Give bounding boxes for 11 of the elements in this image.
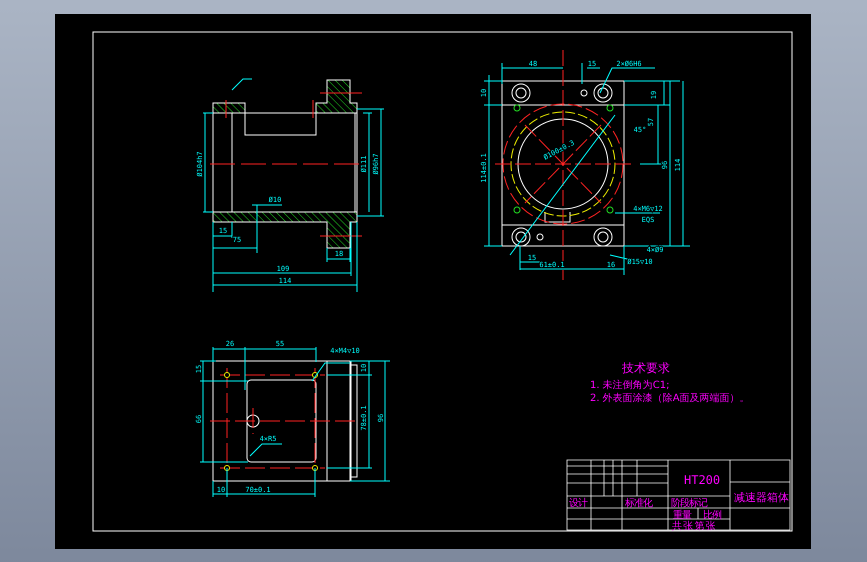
requirement-text: 1. 未注倒角为C1; <box>590 380 670 391</box>
requirements-title: 技术要求 <box>622 361 670 375</box>
material-text: HT200 <box>684 473 720 487</box>
weight-label: 重量 <box>673 510 691 521</box>
standardization-label: 标准化 <box>625 498 652 509</box>
part-name-text: 减速器箱体 <box>734 491 789 504</box>
stage-label: 阶段标记 <box>671 498 707 509</box>
designer-label: 设计 <box>569 498 587 509</box>
requirement-text: 2. 外表面涂漆（除A面及两端面）。 <box>590 393 750 404</box>
sheet-count-text: 共 张 第 张 <box>672 521 715 532</box>
scale-label: 比例 <box>703 510 721 521</box>
